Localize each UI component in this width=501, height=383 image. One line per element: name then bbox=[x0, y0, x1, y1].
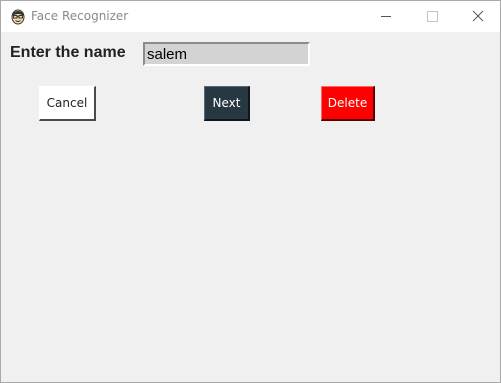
delete-button[interactable]: Delete bbox=[321, 86, 375, 121]
cancel-button[interactable]: Cancel bbox=[39, 86, 96, 121]
window-title: Face Recognizer bbox=[31, 9, 129, 23]
client-area: Enter the name Cancel Next Delete bbox=[1, 32, 500, 382]
close-button[interactable] bbox=[455, 1, 501, 32]
maximize-button[interactable] bbox=[409, 1, 455, 32]
app-window: Face Recognizer Enter the name salem Can… bbox=[0, 0, 501, 383]
face-recognizer-app-icon bbox=[10, 8, 26, 25]
name-input[interactable] bbox=[143, 42, 310, 66]
next-button[interactable]: Next bbox=[204, 86, 250, 121]
title-bar[interactable]: Face Recognizer bbox=[1, 1, 500, 32]
name-label: Enter the name bbox=[10, 44, 126, 61]
minimize-button[interactable] bbox=[363, 1, 409, 32]
